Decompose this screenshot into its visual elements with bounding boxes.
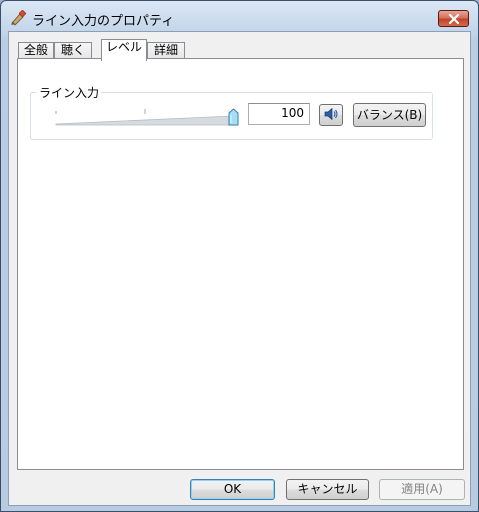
close-button[interactable] [438,10,469,27]
window-title: ライン入力のプロパティ [32,14,175,29]
tab-listen[interactable]: 聴く [54,42,92,59]
properties-window: ライン入力のプロパティ 全般 聴く レベル 詳細 ライン入力 100 バランス(… [0,0,479,512]
speaker-icon [324,107,338,124]
volume-slider[interactable] [55,105,239,127]
title-bar[interactable]: ライン入力のプロパティ [1,1,478,35]
volume-value-field[interactable]: 100 [248,103,310,125]
tab-advanced[interactable]: 詳細 [147,42,185,59]
mute-button[interactable] [319,104,343,126]
speaker-properties-icon [10,10,26,26]
close-icon [448,13,460,24]
slider-thumb[interactable] [228,108,239,129]
tab-general[interactable]: 全般 [18,42,54,59]
group-label: ライン入力 [37,84,102,101]
tab-levels[interactable]: レベル [101,39,147,61]
apply-button[interactable]: 適用(A) [379,479,465,500]
cancel-button[interactable]: キャンセル [286,479,369,500]
line-in-group: ライン入力 100 バランス(B) [30,84,433,140]
balance-button[interactable]: バランス(B) [353,103,426,127]
dialog-client-area: 全般 聴く レベル 詳細 ライン入力 100 バランス(B) OK キャンセル … [8,31,471,506]
slider-track [55,109,234,126]
levels-panel: ライン入力 100 バランス(B) [17,58,464,470]
ok-button[interactable]: OK [190,479,275,500]
